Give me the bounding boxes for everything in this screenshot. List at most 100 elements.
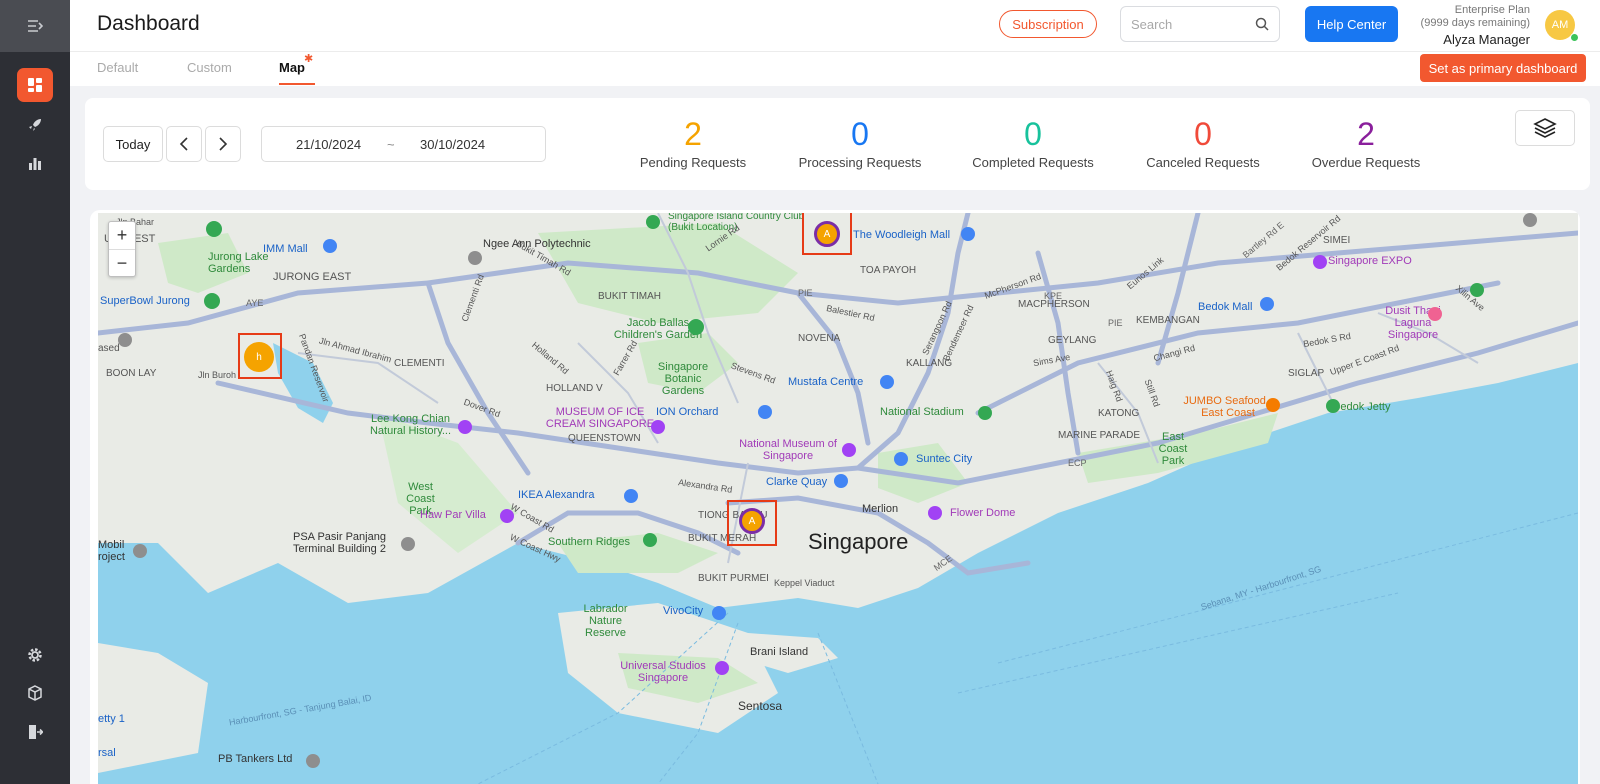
shopping-pin-icon[interactable] bbox=[624, 489, 638, 503]
sidebar-item-dashboard[interactable] bbox=[17, 68, 53, 102]
park-pin-icon[interactable] bbox=[1326, 399, 1340, 413]
shopping-pin-icon[interactable] bbox=[894, 452, 908, 466]
start-date[interactable]: 21/10/2024 bbox=[296, 137, 361, 152]
museum-pin-icon[interactable] bbox=[458, 420, 472, 434]
map-label: PSA Pasir Panjang Terminal Building 2 bbox=[293, 531, 386, 555]
previous-period-button[interactable] bbox=[166, 126, 202, 162]
dashboard-icon bbox=[28, 78, 42, 92]
hotel-pin-icon[interactable] bbox=[1428, 307, 1442, 321]
chevron-left-icon bbox=[179, 137, 188, 151]
menu-collapse-icon[interactable] bbox=[0, 0, 70, 52]
search-input[interactable] bbox=[1131, 16, 1255, 32]
park-pin-icon[interactable] bbox=[646, 215, 660, 229]
map-label: IKEA Alexandra bbox=[518, 489, 595, 501]
zoom-out-button[interactable]: − bbox=[109, 250, 135, 277]
map-label: ION Orchard bbox=[656, 406, 719, 418]
sidebar-item-logout[interactable] bbox=[17, 715, 53, 749]
shopping-pin-icon[interactable] bbox=[961, 227, 975, 241]
shopping-pin-icon[interactable] bbox=[758, 405, 772, 419]
gear-icon bbox=[28, 648, 42, 662]
place-pin-icon[interactable] bbox=[401, 537, 415, 551]
date-range-picker[interactable]: 21/10/2024 ~ 30/10/2024 bbox=[261, 126, 546, 162]
sidebar-item-reports[interactable] bbox=[17, 146, 53, 180]
place-pin-icon[interactable] bbox=[306, 754, 320, 768]
search-icon[interactable] bbox=[1255, 17, 1269, 31]
map-label: ECP bbox=[1068, 458, 1087, 468]
set-primary-dashboard-button[interactable]: Set as primary dashboard bbox=[1420, 54, 1586, 82]
sidebar-item-package[interactable] bbox=[17, 676, 53, 710]
shopping-pin-icon[interactable] bbox=[880, 375, 894, 389]
map-label: BUKIT TIMAH bbox=[598, 291, 661, 302]
map-label: Labrador Nature Reserve bbox=[583, 603, 628, 639]
date-separator: ~ bbox=[387, 137, 395, 152]
map-label: KEMBANGAN bbox=[1136, 315, 1200, 326]
shopping-pin-icon[interactable] bbox=[834, 474, 848, 488]
shopping-pin-icon[interactable] bbox=[712, 606, 726, 620]
tab-custom[interactable]: Custom bbox=[187, 60, 232, 75]
tab-map[interactable]: Map bbox=[279, 60, 305, 75]
subscription-button[interactable]: Subscription bbox=[999, 10, 1097, 38]
map-label: QUEENSTOWN bbox=[568, 433, 641, 444]
park-pin-icon[interactable] bbox=[688, 319, 704, 335]
stat-overdue[interactable]: 2 Overdue Requests bbox=[1286, 116, 1446, 170]
map-background bbox=[98, 213, 1578, 784]
map-canvas[interactable]: UG WEST JURONG EAST Jurong Lake Gardens … bbox=[98, 213, 1578, 784]
attraction-pin-icon[interactable] bbox=[715, 661, 729, 675]
map-card: UG WEST JURONG EAST Jurong Lake Gardens … bbox=[90, 210, 1580, 784]
place-pin-icon[interactable] bbox=[1523, 213, 1537, 227]
stadium-pin-icon[interactable] bbox=[978, 406, 992, 420]
stat-canceled[interactable]: 0 Canceled Requests bbox=[1123, 116, 1283, 170]
map-label: Southern Ridges bbox=[548, 536, 630, 548]
request-marker[interactable]: A bbox=[814, 221, 840, 247]
next-period-button[interactable] bbox=[205, 126, 241, 162]
map-label: The Woodleigh Mall bbox=[853, 229, 951, 241]
shopping-pin-icon[interactable] bbox=[323, 239, 337, 253]
today-button[interactable]: Today bbox=[103, 126, 163, 162]
request-marker[interactable]: h bbox=[244, 342, 274, 372]
map-label: Clarke Quay bbox=[766, 476, 828, 488]
request-marker[interactable]: A bbox=[739, 508, 765, 534]
stat-value: 2 bbox=[684, 116, 702, 152]
stat-processing[interactable]: 0 Processing Requests bbox=[780, 116, 940, 170]
place-pin-icon[interactable] bbox=[118, 333, 132, 347]
map-label: CLEMENTI bbox=[394, 358, 445, 369]
box-icon bbox=[28, 685, 42, 701]
map-label: SuperBowl Jurong bbox=[100, 295, 190, 307]
map-label: NOVENA bbox=[798, 333, 841, 344]
map-label: Mobil roject bbox=[98, 539, 125, 563]
map-label: National Stadium bbox=[880, 406, 964, 418]
map-layers-button[interactable] bbox=[1515, 110, 1575, 146]
sidebar-item-settings[interactable] bbox=[17, 638, 53, 672]
map-label: Singapore EXPO bbox=[1328, 255, 1412, 267]
park-pin-icon[interactable] bbox=[204, 293, 220, 309]
end-date[interactable]: 30/10/2024 bbox=[420, 137, 485, 152]
park-pin-icon[interactable] bbox=[1470, 283, 1484, 297]
map-label: SIMEI bbox=[1323, 235, 1351, 246]
shopping-pin-icon[interactable] bbox=[1260, 297, 1274, 311]
tab-default[interactable]: Default bbox=[97, 60, 138, 75]
attraction-pin-icon[interactable] bbox=[500, 509, 514, 523]
place-pin-icon[interactable] bbox=[133, 544, 147, 558]
school-pin-icon[interactable] bbox=[468, 251, 482, 265]
restaurant-pin-icon[interactable] bbox=[1266, 398, 1280, 412]
search-box[interactable] bbox=[1120, 6, 1280, 42]
museum-pin-icon[interactable] bbox=[651, 420, 665, 434]
map-label: MUSEUM OF ICE CREAM SINGAPORE bbox=[545, 406, 655, 430]
museum-pin-icon[interactable] bbox=[842, 443, 856, 457]
stat-pending[interactable]: 2 Pending Requests bbox=[613, 116, 773, 170]
zoom-in-button[interactable]: + bbox=[109, 222, 135, 249]
park-pin-icon[interactable] bbox=[206, 221, 222, 237]
help-center-button[interactable]: Help Center bbox=[1305, 6, 1398, 42]
chevron-right-icon bbox=[219, 137, 228, 151]
user-name: Alyza Manager bbox=[1443, 32, 1530, 47]
park-pin-icon[interactable] bbox=[643, 533, 657, 547]
attraction-pin-icon[interactable] bbox=[928, 506, 942, 520]
stat-value: 2 bbox=[1357, 116, 1375, 152]
required-asterisk-icon: ✱ bbox=[304, 53, 314, 65]
sidebar-item-rocket[interactable] bbox=[17, 108, 53, 142]
map-label: Brani Island bbox=[750, 646, 809, 658]
dashboard-tabs: Default Custom Map ✱ Set as primary dash… bbox=[70, 52, 1600, 86]
map-label: SIGLAP bbox=[1288, 368, 1325, 379]
attraction-pin-icon[interactable] bbox=[1313, 255, 1327, 269]
stat-completed[interactable]: 0 Completed Requests bbox=[953, 116, 1113, 170]
